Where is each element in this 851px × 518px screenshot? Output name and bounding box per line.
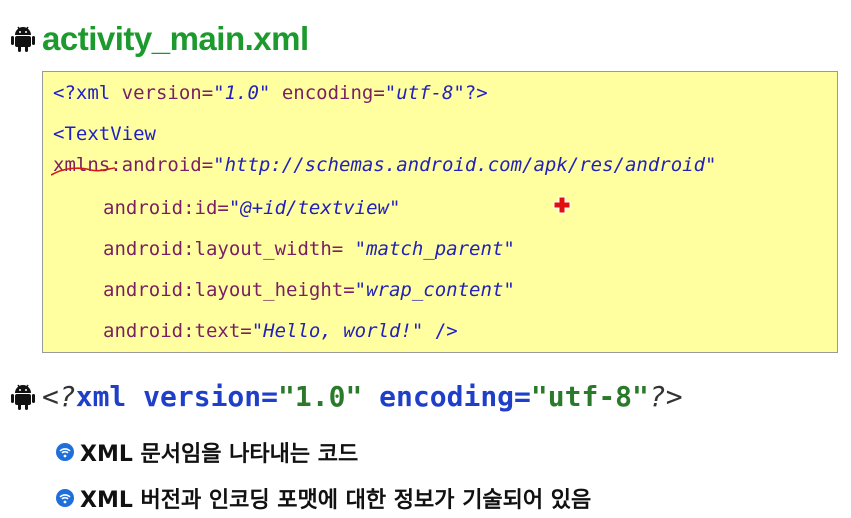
code-line-android-id: android:id="@+id/textview" xyxy=(103,197,401,219)
xml-declaration-text: <?xml version="1.0" encoding="utf-8"?> xyxy=(42,380,683,413)
slide-title: activity_main.xml xyxy=(10,14,309,64)
xmlns-prefix: xmlns xyxy=(51,154,116,176)
code-line-android-text: android:text="Hello, world!" /> xyxy=(103,320,458,342)
code-line-layout-width: android:layout_width= "match_parent" xyxy=(103,238,515,260)
code-line-xml-declaration: <?xml version="1.0" encoding="utf-8"?> xyxy=(53,82,488,104)
page-title: activity_main.xml xyxy=(42,20,309,57)
wifi-bullet-icon xyxy=(56,489,74,507)
code-line-textview-open: <TextView xyxy=(53,123,156,145)
code-line-layout-height: android:layout_height="wrap_content" xyxy=(103,279,515,301)
xml-declaration-bullet: <?xml version="1.0" encoding="utf-8"?> xyxy=(10,380,683,413)
sub-bullet-item: XML 문서임을 나타내는 코드 xyxy=(55,436,358,468)
android-icon xyxy=(11,384,35,410)
sub-bullet-text: XML 문서임을 나타내는 코드 xyxy=(80,442,359,467)
code-line-xmlns: xmlns:android="http://schemas.android.co… xyxy=(51,154,717,176)
sub-bullet-item: XML 버전과 인코딩 포맷에 대한 정보가 기술되어 있음 xyxy=(55,482,591,514)
sub-bullet-text: XML 버전과 인코딩 포맷에 대한 정보가 기술되어 있음 xyxy=(80,488,592,513)
android-icon xyxy=(11,26,35,52)
red-cross-cursor-icon xyxy=(553,196,571,214)
wifi-bullet-icon xyxy=(56,443,74,461)
